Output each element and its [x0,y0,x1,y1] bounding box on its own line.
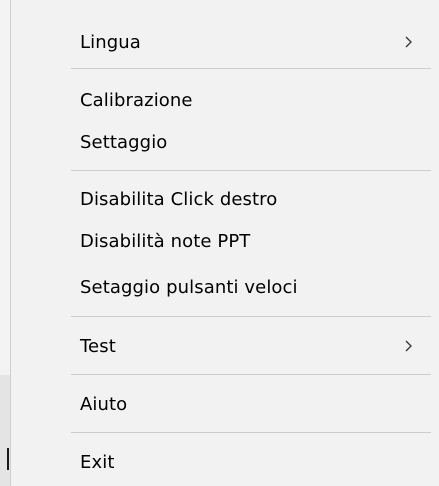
chevron-right-icon [405,340,412,352]
menu-item-exit[interactable]: Exit [11,445,439,479]
menu-separator [71,68,431,69]
context-menu: Lingua Calibrazione Settaggio Disabilita… [10,0,439,486]
screen: Lingua Calibrazione Settaggio Disabilita… [0,0,439,486]
menu-item-disabilita-note-ppt[interactable]: Disabilità note PPT [11,224,439,258]
menu-separator [71,432,431,433]
menu-item-disabilita-click-destro[interactable]: Disabilita Click destro [11,182,439,216]
menu-item-label: Test [80,335,116,357]
background-text-cursor [7,448,9,470]
menu-item-label: Exit [80,451,115,473]
menu-item-label: Disabilita Click destro [80,188,278,210]
menu-item-label: Disabilità note PPT [80,230,251,252]
menu-item-label: Aiuto [80,393,128,415]
menu-item-label: Settaggio [80,131,168,153]
menu-item-label: Calibrazione [80,89,193,111]
menu-item-label: Lingua [80,31,141,53]
chevron-right-icon [405,36,412,48]
menu-separator [71,170,431,171]
menu-item-aiuto[interactable]: Aiuto [11,387,439,421]
menu-item-calibrazione[interactable]: Calibrazione [11,83,439,117]
menu-separator [71,316,431,317]
menu-item-settaggio[interactable]: Settaggio [11,125,439,159]
menu-item-test[interactable]: Test [11,329,439,363]
menu-item-setaggio-pulsanti-veloci[interactable]: Setaggio pulsanti veloci [11,270,439,304]
menu-item-label: Setaggio pulsanti veloci [80,276,298,298]
menu-separator [71,374,431,375]
menu-item-lingua[interactable]: Lingua [11,25,439,59]
